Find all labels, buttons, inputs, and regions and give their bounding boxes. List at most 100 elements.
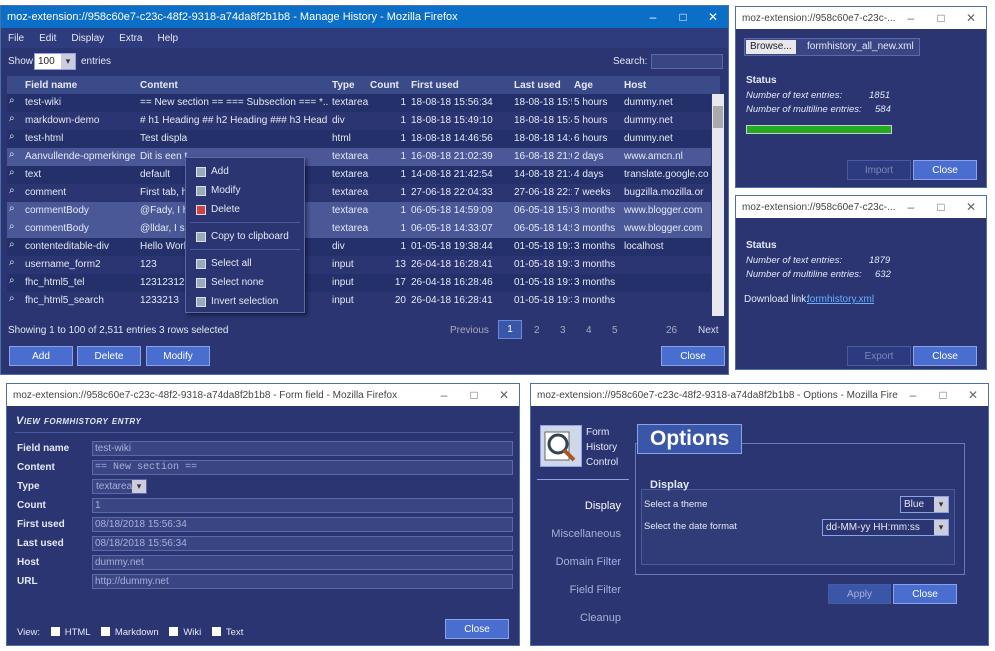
- title-bar[interactable]: moz-extension://958c60e7-c23c-... – □ ✕: [736, 7, 986, 29]
- title-bar[interactable]: moz-extension://958c60e7-c23c-... – □ ✕: [736, 196, 986, 218]
- import-button[interactable]: Import: [847, 160, 911, 180]
- maximize-icon[interactable]: □: [926, 7, 956, 29]
- browse-button[interactable]: Browse...: [746, 40, 796, 54]
- table-row[interactable]: ⌕ username_form2 123 input 13 26-04-18 16:28:…: [7, 256, 711, 274]
- page-1[interactable]: 1: [498, 320, 522, 339]
- close-icon[interactable]: ✕: [956, 196, 986, 218]
- maximize-icon[interactable]: □: [926, 196, 956, 218]
- close-icon[interactable]: ✕: [489, 384, 519, 406]
- close-button[interactable]: Close: [913, 346, 977, 366]
- magnifier-icon[interactable]: ⌕: [9, 113, 15, 124]
- content-textarea[interactable]: == New section ==: [92, 460, 513, 475]
- col-age[interactable]: Age: [574, 80, 593, 91]
- apply-button[interactable]: Apply: [828, 584, 891, 604]
- field-name-input[interactable]: test-wiki: [92, 441, 513, 456]
- table-row[interactable]: ⌕ markdown-demo # h1 Heading ## h2 Heading…: [7, 112, 711, 130]
- theme-select[interactable]: Blue ▾: [900, 496, 949, 513]
- first-used-input[interactable]: 08/18/2018 15:56:34: [92, 517, 513, 532]
- table-row[interactable]: ⌕ commentBody @lldar, I s textarea 1 06-05-18…: [7, 220, 711, 238]
- date-format-select[interactable]: dd-MM-yy HH:mm:ss ▾: [822, 519, 949, 536]
- checkbox-markdown[interactable]: [100, 627, 110, 636]
- count-input[interactable]: 1: [92, 498, 513, 513]
- ctx-select-all[interactable]: Select all: [196, 258, 252, 269]
- page-2[interactable]: 2: [534, 325, 540, 336]
- type-select[interactable]: textarea ▾: [92, 479, 147, 494]
- magnifier-icon[interactable]: ⌕: [9, 239, 15, 250]
- magnifier-icon[interactable]: ⌕: [9, 275, 15, 286]
- minimize-icon[interactable]: –: [898, 384, 928, 406]
- ctx-invert[interactable]: Invert selection: [196, 296, 278, 307]
- nav-cleanup[interactable]: Cleanup: [536, 612, 621, 624]
- magnifier-icon[interactable]: ⌕: [9, 221, 15, 232]
- minimize-icon[interactable]: –: [429, 384, 459, 406]
- close-icon[interactable]: ✕: [698, 6, 728, 28]
- menu-edit[interactable]: Edit: [39, 33, 56, 44]
- page-5[interactable]: 5: [612, 325, 618, 336]
- page-previous[interactable]: Previous: [450, 325, 489, 336]
- table-row[interactable]: ⌕ commentBody @Fady, I h textarea 1 06-05-18 …: [7, 202, 711, 220]
- table-row[interactable]: ⌕ Aanvullende-opmerkingen Dit is een t text…: [7, 148, 711, 166]
- table-row[interactable]: ⌕ test-html Test displa html 1 18-08-18 14:46…: [7, 130, 711, 148]
- ctx-delete[interactable]: Delete: [196, 204, 240, 215]
- nav-domain-filter[interactable]: Domain Filter: [536, 556, 621, 568]
- checkbox-wiki[interactable]: [169, 627, 179, 636]
- nav-display[interactable]: Display: [536, 500, 621, 512]
- nav-field-filter[interactable]: Field Filter: [536, 584, 621, 596]
- file-picker[interactable]: Browse... formhistory_all_new.xml: [744, 38, 920, 56]
- table-row[interactable]: ⌕ test-wiki == New section == === Subsecti…: [7, 94, 711, 112]
- magnifier-icon[interactable]: ⌕: [9, 131, 15, 142]
- download-link[interactable]: formhistory.xml: [807, 294, 874, 305]
- table-row[interactable]: ⌕ contenteditable-div Hello World div 1 01-05…: [7, 238, 711, 256]
- modify-button[interactable]: Modify: [146, 346, 210, 366]
- col-content[interactable]: Content: [140, 80, 178, 91]
- page-26[interactable]: 26: [666, 325, 677, 336]
- col-first-used[interactable]: First used: [411, 80, 459, 91]
- vertical-scrollbar[interactable]: [712, 94, 724, 316]
- nav-miscellaneous[interactable]: Miscellaneous: [536, 528, 621, 540]
- maximize-icon[interactable]: □: [459, 384, 489, 406]
- page-next[interactable]: Next: [698, 325, 719, 336]
- delete-button[interactable]: Delete: [77, 346, 141, 366]
- col-field-name[interactable]: Field name: [25, 80, 77, 91]
- add-button[interactable]: Add: [9, 346, 73, 366]
- magnifier-icon[interactable]: ⌕: [9, 185, 15, 196]
- menu-help[interactable]: Help: [158, 33, 179, 44]
- url-input[interactable]: http://dummy.net: [92, 574, 513, 589]
- ctx-modify[interactable]: Modify: [196, 185, 240, 196]
- page-4[interactable]: 4: [586, 325, 592, 336]
- table-row[interactable]: ⌕ fhc_html5_search 1233213 input 20 26-04-18 …: [7, 292, 711, 310]
- table-row[interactable]: ⌕ comment First tab, h textarea 1 27-06-18 22…: [7, 184, 711, 202]
- table-row[interactable]: ⌕ fhc_html5_tel 12312312 input 17 26-04-18 16…: [7, 274, 711, 292]
- col-count[interactable]: Count: [370, 80, 399, 91]
- col-type[interactable]: Type: [332, 80, 355, 91]
- close-button[interactable]: Close: [893, 584, 957, 604]
- close-icon[interactable]: ✕: [958, 384, 988, 406]
- magnifier-icon[interactable]: ⌕: [9, 257, 15, 268]
- close-button[interactable]: Close: [445, 619, 509, 639]
- checkbox-text[interactable]: [211, 627, 221, 636]
- search-input[interactable]: [651, 54, 723, 69]
- col-host[interactable]: Host: [624, 80, 646, 91]
- host-input[interactable]: dummy.net: [92, 555, 513, 570]
- magnifier-icon[interactable]: ⌕: [9, 149, 15, 160]
- magnifier-icon[interactable]: ⌕: [9, 167, 15, 178]
- close-button[interactable]: Close: [913, 160, 977, 180]
- magnifier-icon[interactable]: ⌕: [9, 203, 15, 214]
- ctx-add[interactable]: Add: [196, 166, 229, 177]
- ctx-select-none[interactable]: Select none: [196, 277, 264, 288]
- table-row[interactable]: ⌕ text default textarea 1 14-08-18 21:42:54 14…: [7, 166, 711, 184]
- maximize-icon[interactable]: □: [928, 384, 958, 406]
- magnifier-icon[interactable]: ⌕: [9, 293, 15, 304]
- show-entries-select[interactable]: 100 ▾: [34, 53, 76, 70]
- menu-display[interactable]: Display: [71, 33, 104, 44]
- title-bar[interactable]: moz-extension://958c60e7-c23c-48f2-9318-…: [531, 384, 988, 406]
- title-bar[interactable]: moz-extension://958c60e7-c23c-48f2-9318-…: [7, 384, 519, 406]
- minimize-icon[interactable]: –: [638, 6, 668, 28]
- magnifier-icon[interactable]: ⌕: [9, 95, 15, 106]
- maximize-icon[interactable]: □: [668, 6, 698, 28]
- page-3[interactable]: 3: [560, 325, 566, 336]
- menu-extra[interactable]: Extra: [119, 33, 142, 44]
- export-button[interactable]: Export: [847, 346, 911, 366]
- minimize-icon[interactable]: –: [896, 196, 926, 218]
- close-button[interactable]: Close: [661, 346, 725, 366]
